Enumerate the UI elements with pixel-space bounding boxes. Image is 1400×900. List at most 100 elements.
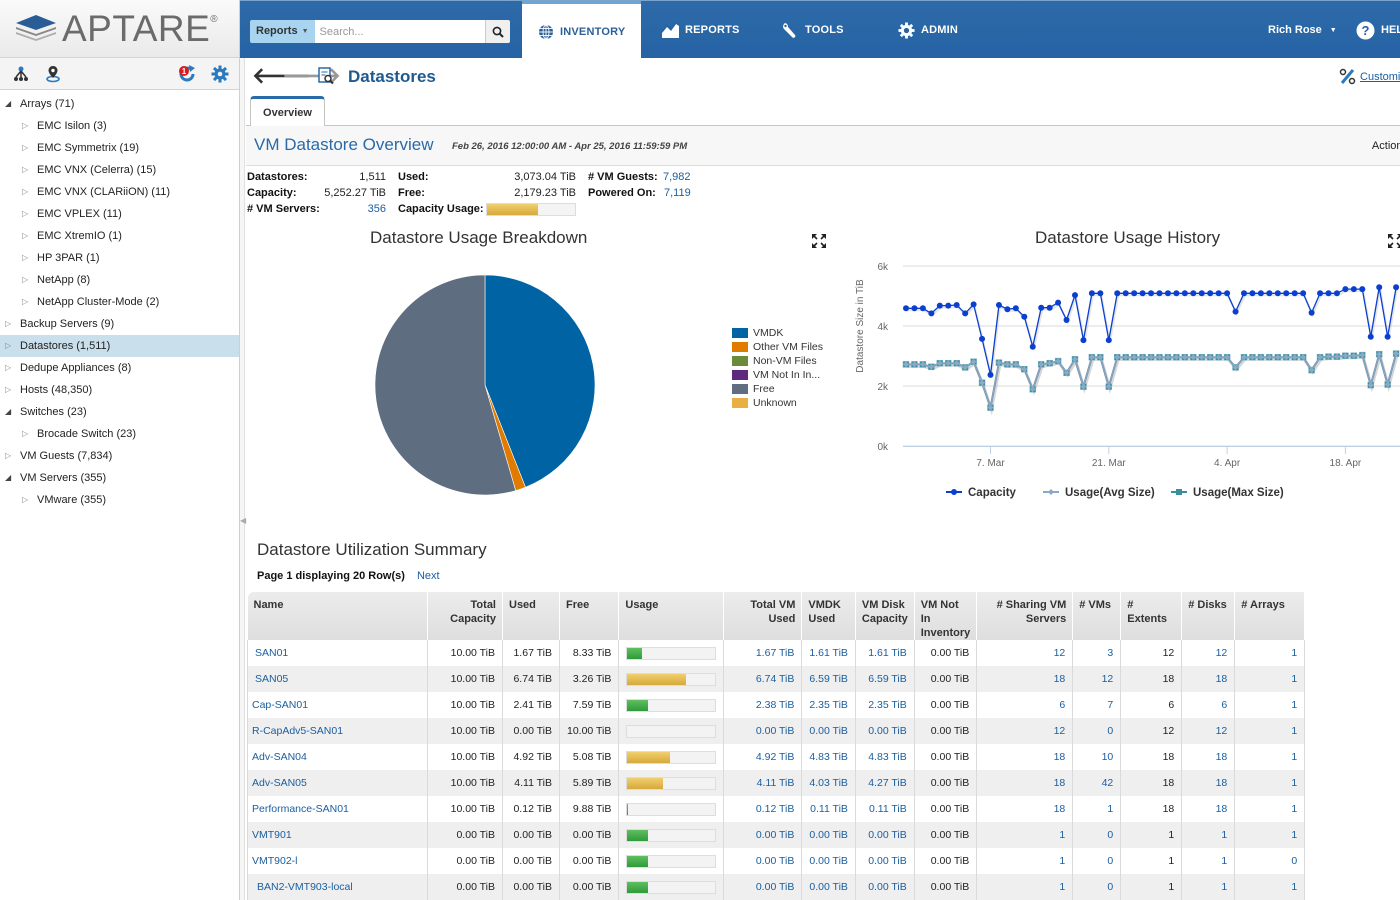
column-header[interactable]: # Arrays: [1234, 592, 1306, 640]
search-button[interactable]: [484, 20, 510, 43]
collapsed-triangle-icon[interactable]: ▷: [22, 225, 28, 247]
data-point-capacity[interactable]: [903, 305, 909, 312]
data-point-capacity[interactable]: [919, 305, 926, 312]
tree-item[interactable]: ▷ NetApp (8): [0, 269, 239, 291]
cell-vmdk[interactable]: 6.59 TiB: [801, 666, 856, 692]
cell-vm-used[interactable]: 4.92 TiB: [723, 744, 803, 770]
cell-vms[interactable]: 42: [1072, 770, 1122, 796]
data-point-capacity[interactable]: [1283, 290, 1290, 297]
data-point-capacity[interactable]: [1308, 309, 1315, 316]
legend-item[interactable]: Usage(Max Size): [1171, 487, 1284, 499]
collapsed-triangle-icon[interactable]: ▷: [5, 357, 11, 379]
cell-arrays[interactable]: 0: [1234, 848, 1306, 874]
tree-item[interactable]: ▷ VM Guests (7,834): [0, 445, 239, 467]
column-header[interactable]: Free: [559, 592, 620, 640]
cell-vms[interactable]: 10: [1072, 744, 1122, 770]
powered-on-link[interactable]: 7,119: [664, 187, 691, 199]
data-point-capacity[interactable]: [1063, 317, 1070, 323]
column-header[interactable]: VM Disk Capacity: [855, 592, 915, 640]
data-point-capacity[interactable]: [1190, 290, 1197, 297]
cell-vmdk[interactable]: 4.83 TiB: [801, 744, 856, 770]
data-point-capacity[interactable]: [1266, 290, 1273, 297]
cell-vm-disk[interactable]: 1.61 TiB: [855, 640, 915, 666]
cell-sharing[interactable]: 1: [976, 822, 1074, 848]
data-point-capacity[interactable]: [953, 302, 960, 308]
cell-vm-used[interactable]: 0.00 TiB: [723, 718, 803, 744]
data-point-capacity[interactable]: [1384, 333, 1391, 340]
collapsed-triangle-icon[interactable]: ▷: [22, 203, 28, 225]
collapsed-triangle-icon[interactable]: ▷: [22, 489, 28, 511]
data-point-capacity[interactable]: [1156, 290, 1163, 297]
nav-tab-tools[interactable]: TOOLS: [782, 1, 844, 59]
data-point-capacity[interactable]: [1055, 299, 1062, 306]
cell-name[interactable]: VMT902-l: [247, 848, 428, 874]
data-point-capacity[interactable]: [1241, 290, 1247, 297]
cell-vm-disk[interactable]: 0.00 TiB: [855, 718, 915, 744]
cell-name[interactable]: BAN2-VMT903-local: [247, 874, 428, 900]
cell-arrays[interactable]: 1: [1234, 718, 1306, 744]
data-point-capacity[interactable]: [1342, 286, 1349, 293]
expanded-triangle-icon[interactable]: ◢: [5, 93, 11, 115]
cell-name[interactable]: VMT901: [247, 822, 428, 848]
data-point-capacity[interactable]: [1393, 284, 1400, 291]
data-point-capacity[interactable]: [1105, 337, 1112, 344]
expand-icon[interactable]: [1388, 234, 1400, 248]
legend-item[interactable]: Free: [732, 382, 823, 396]
nav-tab-reports[interactable]: REPORTS: [662, 1, 740, 59]
cell-vm-used[interactable]: 4.11 TiB: [723, 770, 803, 796]
data-point-capacity[interactable]: [1317, 290, 1324, 297]
column-header[interactable]: Name: [247, 592, 428, 640]
cell-disks[interactable]: 1: [1181, 848, 1236, 874]
data-point-capacity[interactable]: [1249, 290, 1256, 297]
tree-item[interactable]: ▷ VMware (355): [0, 489, 239, 511]
cell-name[interactable]: Adv-SAN04: [247, 744, 428, 770]
column-header[interactable]: Total Capacity: [427, 592, 503, 640]
data-point-capacity[interactable]: [1300, 290, 1307, 297]
legend-item[interactable]: Usage(Avg Size): [1043, 487, 1155, 499]
data-point-capacity[interactable]: [1257, 290, 1264, 297]
cell-vms[interactable]: 3: [1072, 640, 1122, 666]
cell-arrays[interactable]: 1: [1234, 640, 1306, 666]
cell-vm-disk[interactable]: 0.11 TiB: [855, 796, 915, 822]
sidebar-splitter[interactable]: ◀: [240, 58, 246, 900]
data-point-capacity[interactable]: [1088, 290, 1095, 297]
data-point-capacity[interactable]: [1232, 308, 1239, 315]
data-point-capacity[interactable]: [1164, 290, 1171, 297]
cell-vm-used[interactable]: 0.00 TiB: [723, 848, 803, 874]
cell-sharing[interactable]: 18: [976, 796, 1074, 822]
collapsed-triangle-icon[interactable]: ▷: [22, 423, 28, 445]
cell-disks[interactable]: 12: [1181, 718, 1236, 744]
cell-vmdk[interactable]: 4.03 TiB: [801, 770, 856, 796]
cell-disks[interactable]: 18: [1181, 796, 1236, 822]
cell-vm-disk[interactable]: 4.83 TiB: [855, 744, 915, 770]
column-header[interactable]: VM Not In Inventory: [914, 592, 978, 640]
nav-tab-inventory[interactable]: INVENTORY: [522, 1, 642, 59]
data-point-capacity[interactable]: [1350, 286, 1357, 293]
column-header[interactable]: Usage: [618, 592, 725, 640]
collapsed-triangle-icon[interactable]: ▷: [5, 379, 11, 401]
data-point-capacity[interactable]: [945, 302, 952, 309]
cell-vms[interactable]: 0: [1072, 718, 1122, 744]
cell-disks[interactable]: 12: [1181, 640, 1236, 666]
data-point-capacity[interactable]: [1325, 290, 1332, 297]
help-button[interactable]: ? HELP: [1356, 1, 1400, 59]
tree-item[interactable]: ◢ Switches (23): [0, 401, 239, 423]
collapsed-triangle-icon[interactable]: ▷: [22, 159, 28, 181]
collapsed-triangle-icon[interactable]: ▷: [22, 181, 28, 203]
data-point-capacity[interactable]: [987, 371, 994, 378]
cell-disks[interactable]: 6: [1181, 692, 1236, 718]
data-point-capacity[interactable]: [1274, 290, 1281, 297]
refresh-icon[interactable]: 1: [178, 65, 196, 83]
tree-item[interactable]: ▷ HP 3PAR (1): [0, 247, 239, 269]
cell-vmdk[interactable]: 0.00 TiB: [801, 848, 856, 874]
cell-vmdk[interactable]: 0.11 TiB: [801, 796, 856, 822]
data-point-capacity[interactable]: [1080, 337, 1087, 344]
data-point-capacity[interactable]: [1131, 290, 1138, 297]
cell-vmdk[interactable]: 1.61 TiB: [801, 640, 856, 666]
cell-arrays[interactable]: 1: [1234, 692, 1306, 718]
data-point-capacity[interactable]: [1181, 290, 1188, 297]
data-point-capacity[interactable]: [962, 310, 969, 317]
column-header[interactable]: # VMs: [1072, 592, 1122, 640]
vm-servers-link[interactable]: 356: [368, 203, 386, 215]
data-point-capacity[interactable]: [1198, 290, 1205, 297]
